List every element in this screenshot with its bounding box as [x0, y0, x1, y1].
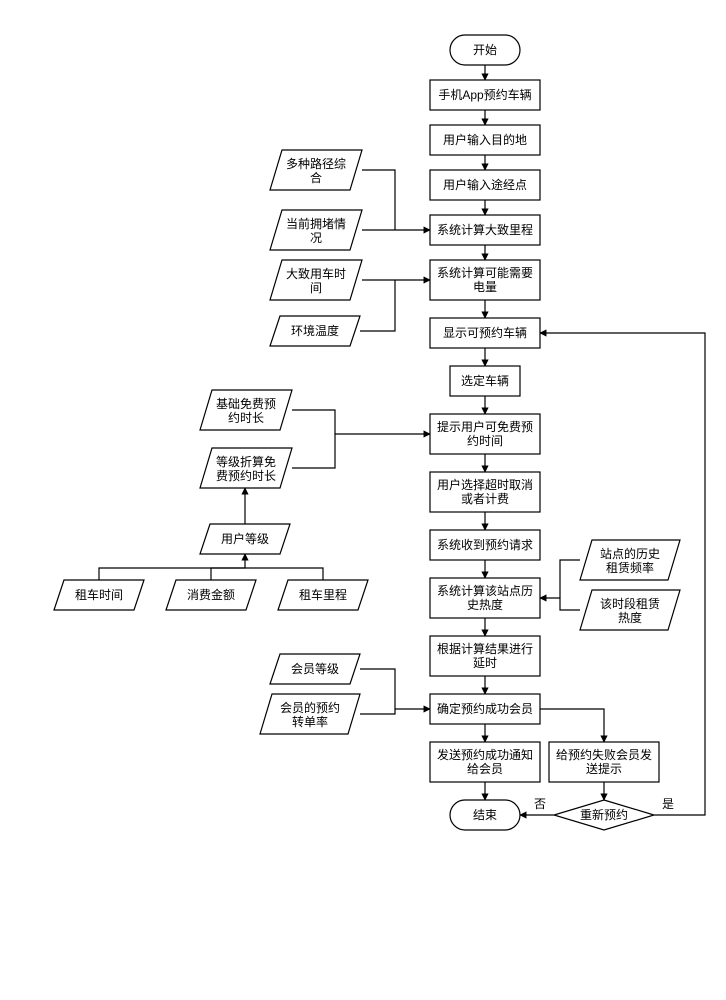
terminator-end-label: 结束: [473, 808, 497, 822]
input-rental-mileage: 租车里程: [278, 580, 368, 610]
process-send-failure-l2: 送提示: [586, 761, 622, 776]
process-send-success: 发送预约成功通知 给会员: [430, 742, 540, 782]
process-input-destination: 用户输入目的地: [430, 125, 540, 155]
process-calc-station-heat-l1: 系统计算该站点历: [437, 583, 533, 598]
process-show-bookable-label: 显示可预约车辆: [443, 325, 527, 340]
svg-text:间: 间: [310, 281, 322, 295]
svg-text:热度: 热度: [618, 610, 642, 625]
process-calc-station-heat: 系统计算该站点历 史热度: [430, 578, 540, 618]
terminator-start: 开始: [450, 35, 520, 65]
process-prompt-free-time-l1: 提示用户可免费预: [437, 419, 533, 434]
process-prompt-free-time: 提示用户可免费预 约时间: [430, 414, 540, 454]
input-env-temp: 环境温度: [270, 316, 360, 346]
process-calc-power-l1: 系统计算可能需要: [437, 265, 533, 280]
input-congestion: 当前拥堵情 况: [270, 210, 362, 250]
process-input-waypoint-label: 用户输入途经点: [443, 177, 527, 192]
decision-rebook-label: 重新预约: [580, 807, 628, 822]
svg-text:况: 况: [310, 231, 322, 245]
process-send-success-l2: 给会员: [467, 762, 503, 776]
process-show-bookable: 显示可预约车辆: [430, 318, 540, 348]
process-delay-by-result-l2: 延时: [473, 656, 497, 670]
svg-text:用户等级: 用户等级: [221, 531, 269, 546]
process-input-waypoint: 用户输入途经点: [430, 170, 540, 200]
svg-text:基础免费预: 基础免费预: [216, 396, 276, 411]
process-receive-request-label: 系统收到预约请求: [437, 537, 533, 552]
input-timeslot-heat: 该时段租赁 热度: [580, 590, 680, 630]
process-calc-mileage: 系统计算大致里程: [430, 215, 540, 245]
svg-text:租赁频率: 租赁频率: [606, 560, 654, 575]
process-user-choose-timeout: 用户选择超时取消 或者计费: [430, 472, 540, 512]
process-calc-mileage-label: 系统计算大致里程: [437, 222, 533, 237]
label-no: 否: [534, 797, 546, 811]
process-calc-station-heat-l2: 史热度: [467, 597, 503, 612]
input-user-level: 用户等级: [200, 524, 290, 554]
svg-text:消费金额: 消费金额: [187, 587, 235, 602]
input-consume-amount: 消费金额: [166, 580, 256, 610]
process-delay-by-result-l1: 根据计算结果进行: [437, 641, 533, 656]
svg-text:费预约时长: 费预约时长: [216, 468, 276, 483]
svg-text:多种路径综: 多种路径综: [286, 156, 346, 171]
input-member-conversion: 会员的预约 转单率: [260, 694, 360, 734]
process-user-choose-timeout-l1: 用户选择超时取消: [437, 477, 533, 492]
svg-text:大致用车时: 大致用车时: [286, 266, 346, 281]
process-app-book-label: 手机App预约车辆: [438, 87, 531, 102]
svg-text:约时长: 约时长: [228, 410, 264, 425]
input-rental-time: 租车时间: [54, 580, 144, 610]
process-prompt-free-time-l2: 约时间: [467, 433, 503, 448]
process-calc-power: 系统计算可能需要 电量: [430, 260, 540, 300]
svg-text:租车时间: 租车时间: [75, 587, 123, 602]
input-member-level: 会员等级: [270, 654, 360, 684]
process-select-vehicle-label: 选定车辆: [461, 373, 509, 388]
process-input-destination-label: 用户输入目的地: [443, 132, 527, 147]
input-multi-route: 多种路径综 合: [270, 150, 362, 190]
process-receive-request: 系统收到预约请求: [430, 530, 540, 560]
input-use-time: 大致用车时 间: [270, 260, 362, 300]
process-calc-power-l2: 电量: [473, 280, 497, 294]
svg-text:当前拥堵情: 当前拥堵情: [286, 216, 346, 231]
process-send-failure: 给预约失败会员发 送提示: [549, 742, 659, 782]
svg-text:站点的历史: 站点的历史: [600, 546, 660, 561]
svg-text:等级折算免: 等级折算免: [216, 454, 276, 469]
process-select-vehicle: 选定车辆: [450, 366, 520, 396]
process-delay-by-result: 根据计算结果进行 延时: [430, 636, 540, 676]
decision-rebook: 重新预约: [554, 800, 654, 830]
svg-text:会员的预约: 会员的预约: [280, 700, 340, 715]
terminator-start-label: 开始: [473, 43, 497, 57]
svg-text:转单率: 转单率: [292, 714, 328, 729]
process-determine-success-member-label: 确定预约成功会员: [437, 701, 533, 716]
input-station-history-freq: 站点的历史 租赁频率: [580, 540, 680, 580]
process-send-failure-l1: 给预约失败会员发: [556, 747, 652, 762]
input-level-discount-duration: 等级折算免 费预约时长: [200, 448, 292, 488]
svg-text:环境温度: 环境温度: [291, 323, 339, 338]
process-determine-success-member: 确定预约成功会员: [430, 694, 540, 724]
process-user-choose-timeout-l2: 或者计费: [461, 492, 509, 506]
flowchart-diagram: 开始 手机App预约车辆 用户输入目的地 用户输入途经点 系统计算大致里程 系统…: [0, 0, 726, 1000]
svg-text:合: 合: [310, 170, 322, 185]
svg-text:该时段租赁: 该时段租赁: [600, 596, 660, 611]
svg-text:会员等级: 会员等级: [291, 662, 339, 676]
process-send-success-l1: 发送预约成功通知: [437, 747, 533, 762]
input-base-free-duration: 基础免费预 约时长: [200, 390, 292, 430]
svg-text:租车里程: 租车里程: [299, 587, 347, 602]
label-yes: 是: [662, 797, 674, 811]
terminator-end: 结束: [450, 800, 520, 830]
process-app-book: 手机App预约车辆: [430, 80, 540, 110]
